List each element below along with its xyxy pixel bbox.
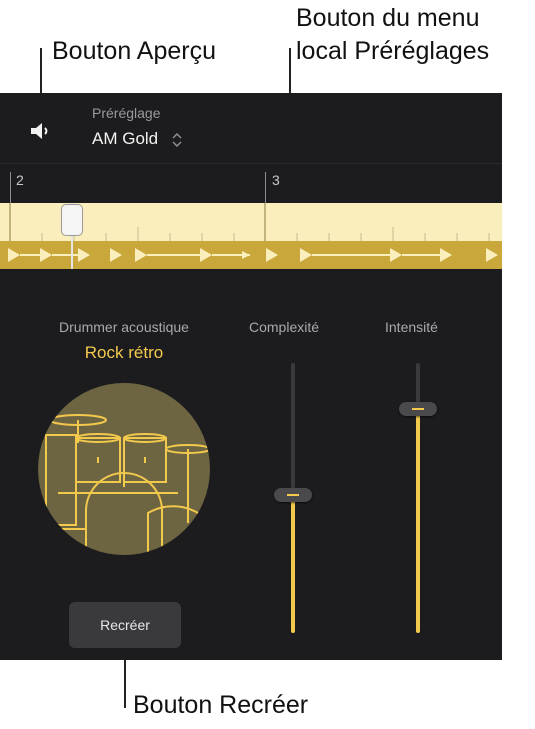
playhead-handle[interactable] — [61, 204, 83, 236]
ruler-bar-number: 3 — [272, 172, 280, 188]
ruler-tick — [10, 172, 11, 204]
callout-preview-button: Bouton Aperçu — [52, 37, 217, 65]
region-pattern-arrows — [8, 248, 498, 262]
preset-label: Préréglage — [92, 105, 161, 121]
drummer-editor-panel: Préréglage AM Gold 2 3 Drummer acoustiqu… — [0, 93, 502, 660]
drum-kit-icon — [38, 383, 210, 555]
complexity-thumb[interactable] — [274, 488, 312, 503]
intensity-fill — [416, 408, 420, 633]
intensity-thumb[interactable] — [399, 401, 437, 416]
callout-preset-menu-line2: local Préréglages — [296, 37, 490, 65]
drummer-style: Rock rétro — [84, 343, 164, 362]
timeline-ruler[interactable]: 2 3 — [0, 163, 502, 204]
ruler-tick — [265, 172, 266, 204]
preset-menu-value[interactable]: AM Gold — [92, 129, 158, 149]
speaker-icon[interactable] — [29, 121, 55, 141]
callout-preset-menu-line1: Bouton du menu — [296, 4, 480, 32]
region-pattern-bar — [0, 241, 502, 269]
chevron-updown-icon[interactable] — [171, 132, 183, 148]
editor-header: Préréglage AM Gold — [0, 93, 502, 163]
drummer-name: Drummer acoustique — [59, 319, 189, 335]
complexity-label: Complexité — [249, 319, 320, 335]
complexity-fill — [291, 495, 295, 633]
intensity-label: Intensité — [385, 319, 438, 335]
callout-recreate-button: Bouton Recréer — [133, 691, 309, 719]
recreate-button[interactable]: Recréer — [69, 602, 181, 648]
ruler-bar-number: 2 — [16, 172, 24, 188]
